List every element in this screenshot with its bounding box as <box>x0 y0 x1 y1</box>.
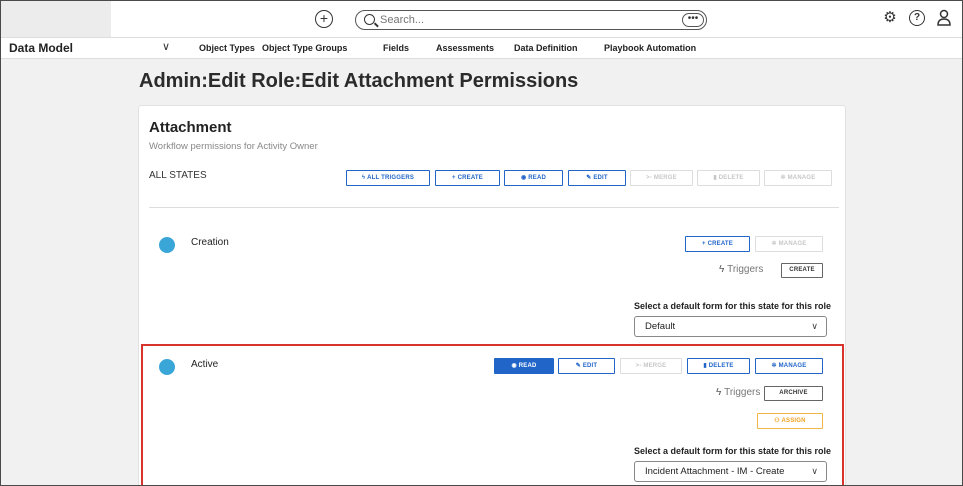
all-states-label: ALL STATES <box>149 170 207 181</box>
creation-form-select[interactable]: Default ∨ <box>634 316 827 337</box>
search-input[interactable] <box>380 13 680 27</box>
all-edit-button[interactable]: ✎ EDIT <box>568 170 626 186</box>
creation-triggers-label: ϟ Triggers <box>719 264 763 275</box>
nav-item-data-definition[interactable]: Data Definition <box>514 43 578 53</box>
all-delete-button[interactable]: ▮ DELETE <box>697 170 760 186</box>
user-icon-svg <box>937 9 951 26</box>
creation-manage-label: MANAGE <box>778 241 807 247</box>
top-bar-left-strip <box>1 1 111 37</box>
active-state-highlight <box>141 344 844 485</box>
user-icon[interactable] <box>936 9 952 27</box>
nav-item-fields[interactable]: Fields <box>383 43 409 53</box>
card-title: Attachment <box>149 119 232 136</box>
gear-icon: ✲ <box>771 241 779 247</box>
chevron-down-icon: ∨ <box>811 321 818 331</box>
gear-icon: ✲ <box>780 175 788 181</box>
creation-trigger-create[interactable]: CREATE <box>781 263 823 278</box>
all-read-button[interactable]: ◉ READ <box>504 170 563 186</box>
creation-triggers-text: Triggers <box>727 264 764 275</box>
gear-icon[interactable]: ⚙ <box>882 9 898 27</box>
all-merge-button[interactable]: >- MERGE <box>630 170 693 186</box>
all-read-label: READ <box>528 175 547 181</box>
creation-form-label: Select a default form for this state for… <box>634 301 832 311</box>
creation-manage-button[interactable]: ✲ MANAGE <box>755 236 823 252</box>
divider <box>149 207 839 208</box>
all-triggers-label: ALL TRIGGERS <box>367 175 415 181</box>
nav-bar: Data Model ∨ Object Types Object Type Gr… <box>1 38 962 59</box>
chevron-down-icon[interactable]: ∨ <box>162 40 170 53</box>
search-box[interactable]: ••• <box>355 10 707 30</box>
search-icon <box>364 14 375 25</box>
more-options-button[interactable]: ••• <box>682 13 704 27</box>
all-edit-label: EDIT <box>593 175 608 181</box>
nav-title: Data Model <box>9 41 74 55</box>
creation-create-button[interactable]: + CREATE <box>685 236 750 252</box>
all-delete-label: DELETE <box>718 175 744 181</box>
all-manage-button[interactable]: ✲ MANAGE <box>764 170 832 186</box>
add-icon[interactable]: + <box>315 10 333 28</box>
card-subtitle: Workflow permissions for Activity Owner <box>149 141 318 152</box>
state-dot-creation <box>159 237 175 253</box>
nav-item-object-type-groups[interactable]: Object Type Groups <box>262 43 347 53</box>
top-icons: ⚙ ? <box>882 9 952 27</box>
lightning-icon: ϟ <box>719 264 725 275</box>
creation-form-value: Default <box>645 321 676 332</box>
nav-item-assessments[interactable]: Assessments <box>436 43 494 53</box>
app-frame: + ••• ⚙ ? Data Model ∨ Object Types Obje… <box>0 0 963 486</box>
page-title: Admin:Edit Role:Edit Attachment Permissi… <box>139 70 579 92</box>
help-icon[interactable]: ? <box>909 10 925 26</box>
nav-item-playbook-automation[interactable]: Playbook Automation <box>604 43 696 53</box>
state-name-creation: Creation <box>191 237 229 248</box>
nav-item-object-types[interactable]: Object Types <box>199 43 255 53</box>
top-bar: + ••• ⚙ ? <box>1 1 962 38</box>
all-manage-label: MANAGE <box>787 175 816 181</box>
all-triggers-button[interactable]: ϟ ALL TRIGGERS <box>346 170 430 186</box>
all-create-button[interactable]: + CREATE <box>435 170 500 186</box>
